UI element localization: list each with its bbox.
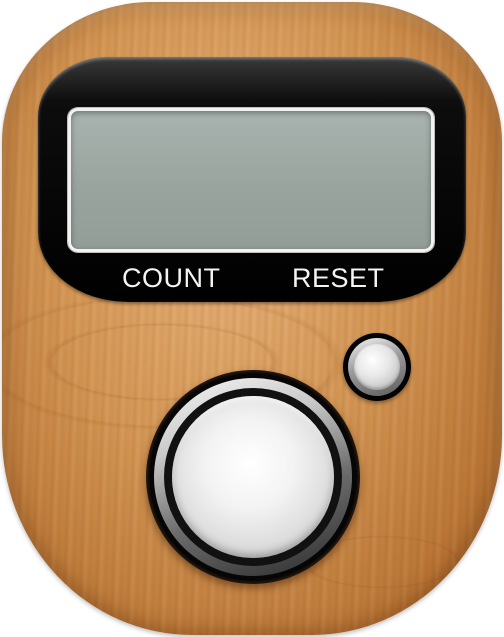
- reset-button-cap: [354, 344, 400, 390]
- count-button-cap: [172, 396, 334, 558]
- count-label: COUNT: [122, 263, 221, 293]
- reset-label: RESET: [292, 263, 385, 293]
- lcd-screen: [68, 108, 434, 252]
- reset-button[interactable]: [343, 333, 411, 401]
- count-button[interactable]: [146, 370, 360, 584]
